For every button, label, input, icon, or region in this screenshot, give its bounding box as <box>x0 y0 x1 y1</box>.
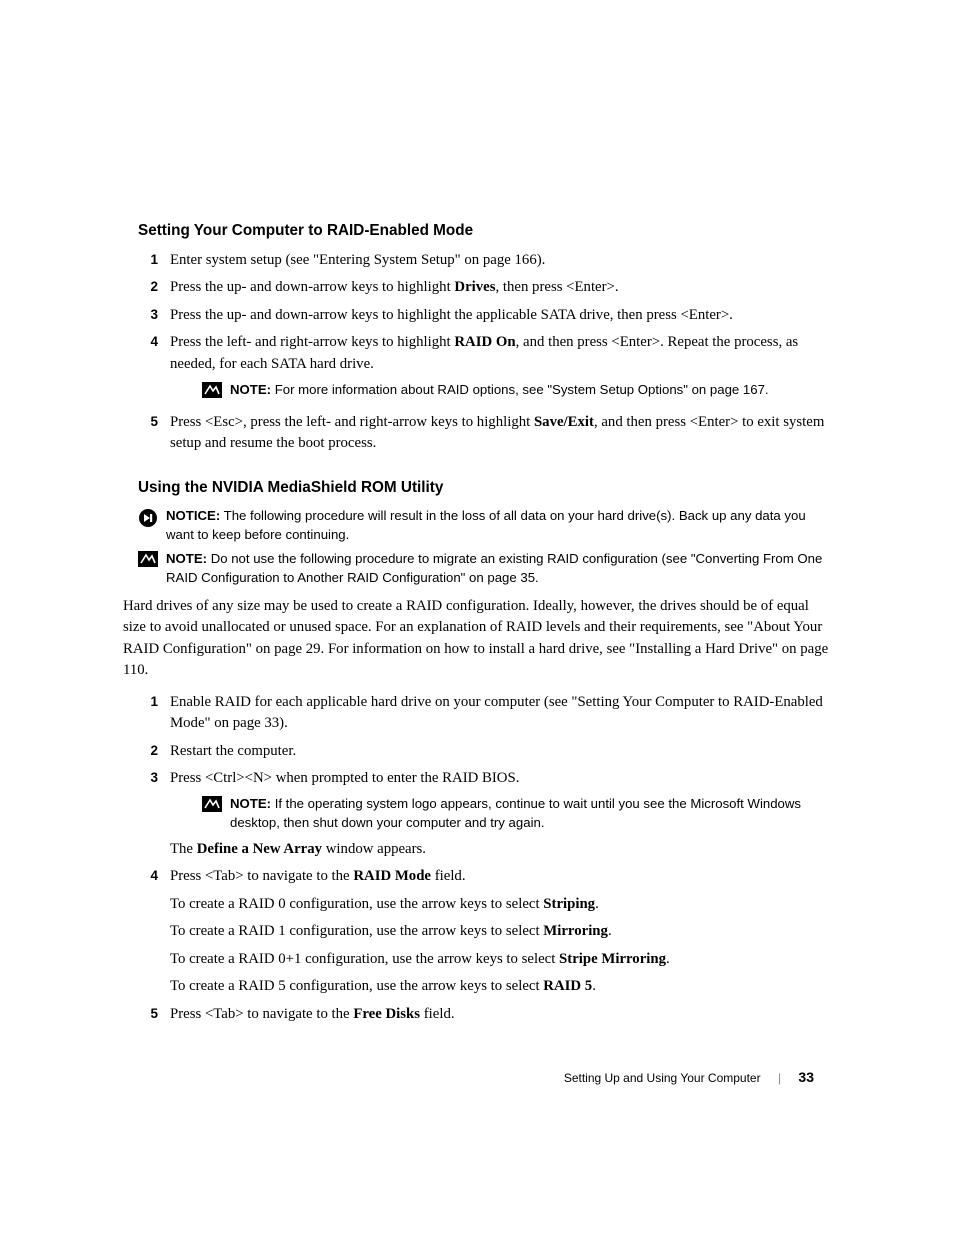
steps-section2: 1 Enable RAID for each applicable hard dr… <box>138 692 834 1025</box>
notice-row: NOTICE: The following procedure will res… <box>138 507 834 544</box>
note-icon <box>202 795 230 812</box>
step-number: 1 <box>138 250 158 270</box>
body-paragraph: Hard drives of any size may be used to c… <box>123 596 834 682</box>
step-body: Enable RAID for each applicable hard dri… <box>170 692 834 735</box>
step-number: 5 <box>138 412 158 432</box>
page: Setting Your Computer to RAID-Enabled Mo… <box>0 0 954 1235</box>
notice-icon <box>138 507 166 528</box>
page-number: 33 <box>798 1069 814 1085</box>
step-item: 1 Enable RAID for each applicable hard dr… <box>138 692 834 735</box>
heading-mediashield: Using the NVIDIA MediaShield ROM Utility <box>138 479 834 497</box>
step-followup: To create a RAID 0+1 configuration, use … <box>170 949 834 970</box>
step-followup: To create a RAID 1 configuration, use th… <box>170 921 834 942</box>
step-item: 2 Press the up- and down-arrow keys to hi… <box>138 277 834 298</box>
steps-section1: 1 Enter system setup (see "Entering Syste… <box>138 250 834 455</box>
step-item: 5 Press <Tab> to navigate to the Free Dis… <box>138 1004 834 1025</box>
heading-raid-enabled: Setting Your Computer to RAID-Enabled Mo… <box>138 222 834 240</box>
step-followup: The Define a New Array window appears. <box>170 839 834 860</box>
step-item: 4 Press the left- and right-arrow keys to… <box>138 332 834 406</box>
step-item: 3 Press <Ctrl><N> when prompted to enter … <box>138 768 834 860</box>
step-number: 3 <box>138 305 158 325</box>
step-number: 4 <box>138 866 158 886</box>
step-body: Press <Tab> to navigate to the RAID Mode… <box>170 866 834 997</box>
note-text-top: NOTE: Do not use the following procedure… <box>166 550 834 587</box>
note-icon <box>138 550 166 567</box>
footer-title: Setting Up and Using Your Computer <box>564 1071 761 1085</box>
note-text: NOTE: If the operating system logo appea… <box>230 795 834 832</box>
step-number: 3 <box>138 768 158 788</box>
note-row: NOTE: If the operating system logo appea… <box>202 795 834 832</box>
step-number: 2 <box>138 277 158 297</box>
step-number: 4 <box>138 332 158 352</box>
step-item: 4 Press <Tab> to navigate to the RAID Mod… <box>138 866 834 997</box>
step-item: 5 Press <Esc>, press the left- and right-… <box>138 412 834 455</box>
step-body: Restart the computer. <box>170 741 834 762</box>
note-row: NOTE: For more information about RAID op… <box>202 381 834 400</box>
step-body: Press <Esc>, press the left- and right-a… <box>170 412 834 455</box>
step-body: Press the left- and right-arrow keys to … <box>170 332 834 406</box>
page-footer: Setting Up and Using Your Computer | 33 <box>564 1069 814 1085</box>
note-text: NOTE: For more information about RAID op… <box>230 381 834 400</box>
note-icon <box>202 381 230 398</box>
step-followup: To create a RAID 0 configuration, use th… <box>170 894 834 915</box>
step-body: Press the up- and down-arrow keys to hig… <box>170 305 834 326</box>
step-number: 2 <box>138 741 158 761</box>
step-followup: To create a RAID 5 configuration, use th… <box>170 976 834 997</box>
notice-text: NOTICE: The following procedure will res… <box>166 507 834 544</box>
step-number: 5 <box>138 1004 158 1024</box>
step-item: 3 Press the up- and down-arrow keys to hi… <box>138 305 834 326</box>
step-number: 1 <box>138 692 158 712</box>
note-row-top: NOTE: Do not use the following procedure… <box>138 550 834 587</box>
step-item: 1 Enter system setup (see "Entering Syste… <box>138 250 834 271</box>
footer-separator: | <box>778 1071 781 1085</box>
step-body: Enter system setup (see "Entering System… <box>170 250 834 271</box>
step-body: Press <Tab> to navigate to the Free Disk… <box>170 1004 834 1025</box>
step-item: 2 Restart the computer. <box>138 741 834 762</box>
step-body: Press <Ctrl><N> when prompted to enter t… <box>170 768 834 860</box>
step-body: Press the up- and down-arrow keys to hig… <box>170 277 834 298</box>
